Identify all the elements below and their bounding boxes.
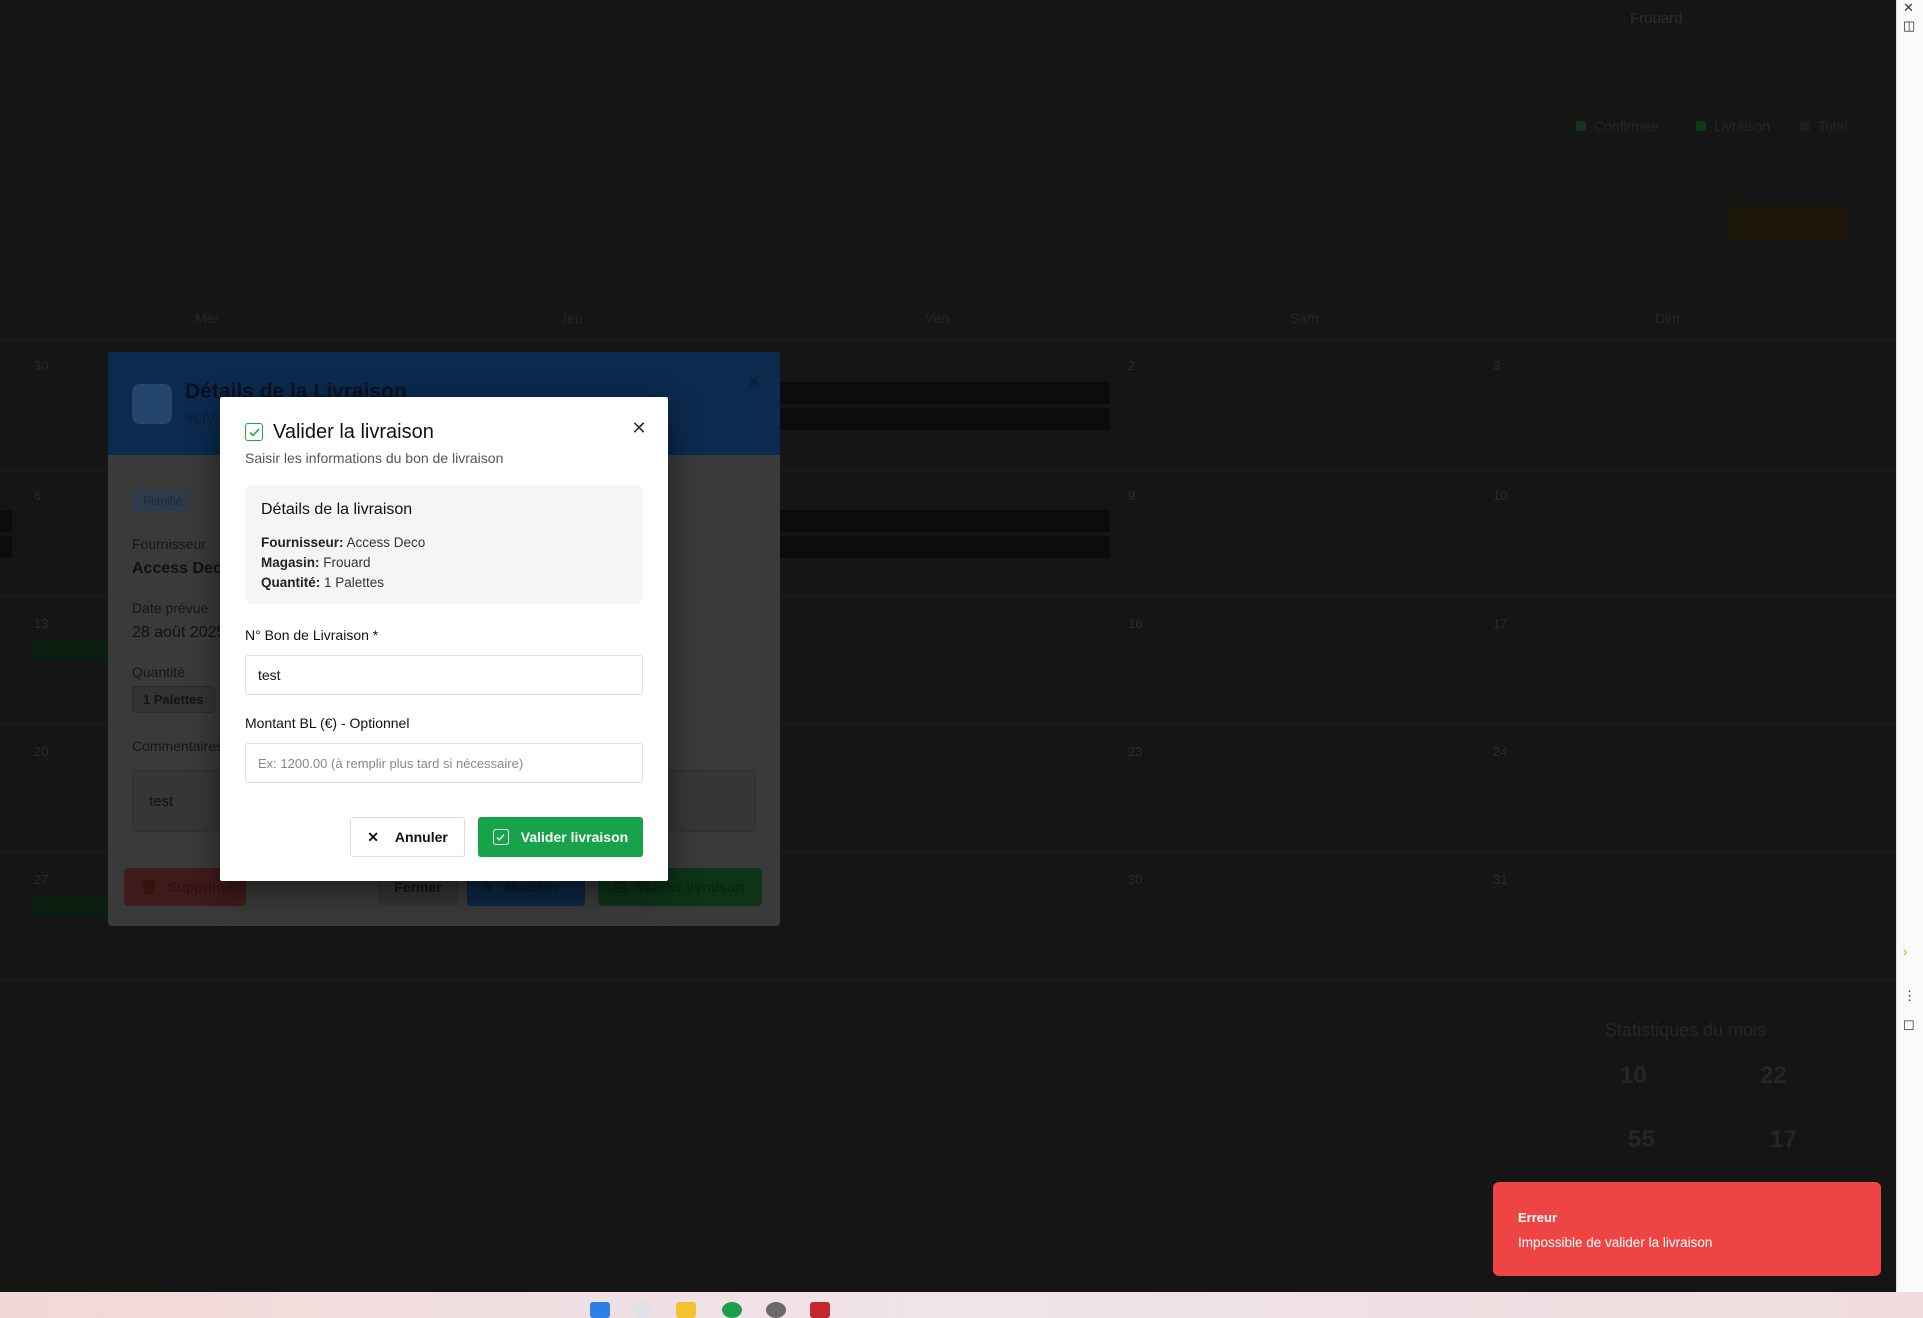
legend-total: Total <box>1800 118 1848 134</box>
more-vertical-icon[interactable]: ⋮ <box>1903 988 1916 1004</box>
calendar-event[interactable] <box>780 408 1110 430</box>
day-number: 6 <box>34 488 42 503</box>
bl-number-input[interactable] <box>245 655 643 695</box>
day-number: 9 <box>1128 488 1136 503</box>
calendar-event[interactable] <box>0 536 12 558</box>
quantity-badge: 1 Palettes <box>132 686 215 713</box>
file-explorer-icon[interactable] <box>676 1302 696 1318</box>
cancel-button[interactable]: ✕ Annuler <box>350 817 465 857</box>
amount-label: Montant BL (€) - Optionnel <box>245 715 410 731</box>
comment-label: Commentaires <box>132 738 224 754</box>
checkbox-icon[interactable]: ☐ <box>1903 1018 1915 1034</box>
trash-icon: 🗑 <box>140 878 158 895</box>
sidebar-toggle-icon[interactable]: ◫ <box>1903 18 1915 34</box>
day-number: 17 <box>1493 616 1508 631</box>
bl-number-label: N° Bon de Livraison * <box>245 627 379 643</box>
acrobat-icon[interactable] <box>810 1302 830 1318</box>
calendar-event[interactable] <box>780 536 1110 558</box>
calendar-event[interactable] <box>32 640 108 660</box>
day-header: Ven <box>925 310 950 326</box>
truck-icon <box>132 384 172 424</box>
close-icon: ✕ <box>367 828 379 845</box>
stat-value: 10 <box>1620 1062 1647 1089</box>
summary-store: Magasin: Frouard <box>261 555 371 570</box>
day-number: 30 <box>1128 872 1143 887</box>
day-number: 16 <box>1128 616 1143 631</box>
details-reference: #LIV <box>185 410 216 427</box>
validate-delivery-button[interactable]: Valider livraison <box>478 817 643 857</box>
toast-message: Impossible de valider la livraison <box>1518 1235 1713 1250</box>
day-number: 10 <box>1493 488 1508 503</box>
edit-icon: ✎ <box>483 878 495 895</box>
quantity-label: Quantité <box>132 664 185 680</box>
legend-delivery: Livraison <box>1696 118 1770 134</box>
modal-close-button[interactable]: ✕ <box>628 417 650 439</box>
chevron-right-icon[interactable]: › <box>1903 944 1907 959</box>
day-header: Sam <box>1290 310 1319 326</box>
close-icon: ✕ <box>631 417 647 438</box>
summary-supplier: Fournisseur: Access Deco <box>261 535 426 550</box>
day-number: 24 <box>1493 744 1508 759</box>
calendar-event[interactable] <box>780 382 1110 404</box>
grid-line <box>0 340 1896 341</box>
day-number: 27 <box>34 872 49 887</box>
summary-quantity: Quantité: 1 Palettes <box>261 575 385 590</box>
day-number: 3 <box>1493 358 1501 373</box>
day-number: 20 <box>34 744 49 759</box>
toast-title: Erreur <box>1518 1210 1558 1225</box>
date-label: Date prévue <box>132 600 209 616</box>
check-square-icon <box>245 423 263 441</box>
details-close-icon[interactable]: ✕ <box>747 372 762 393</box>
calendar-event[interactable] <box>32 896 108 916</box>
windows-start-icon[interactable] <box>590 1302 610 1318</box>
calendar-event[interactable] <box>0 510 12 532</box>
day-header: Dim <box>1655 310 1680 326</box>
settings-icon[interactable] <box>766 1302 786 1318</box>
summary-title: Détails de la livraison <box>261 501 413 518</box>
day-number: 23 <box>1128 744 1143 759</box>
day-header: Mer <box>195 310 220 326</box>
validate-delivery-modal: Valider la livraison Saisir les informat… <box>220 397 668 881</box>
calendar-event[interactable] <box>780 510 1110 532</box>
day-number: 31 <box>1493 872 1508 887</box>
chrome-icon[interactable] <box>632 1302 652 1318</box>
supplier-label: Fournisseur <box>132 536 206 552</box>
day-number: 30 <box>34 358 49 373</box>
check-icon: ☑ <box>614 878 627 895</box>
stats-title: Statistiques du mois <box>1605 1020 1767 1040</box>
stat-value: 55 <box>1628 1126 1655 1153</box>
stat-value: 22 <box>1760 1062 1787 1089</box>
modal-title: Valider la livraison <box>273 421 434 443</box>
supplier-value: Access Deco <box>132 560 232 577</box>
date-value: 28 août 2025 <box>132 624 226 641</box>
close-icon[interactable]: ✕ <box>1903 0 1914 16</box>
stat-value: 17 <box>1770 1126 1797 1153</box>
day-number: 13 <box>34 616 49 631</box>
browser-side-panel: ✕ ◫ › ⋮ ☐ <box>1896 0 1923 1292</box>
windows-taskbar <box>0 1292 1923 1318</box>
day-header: Jeu <box>560 310 583 326</box>
error-toast[interactable]: Erreur Impossible de valider la livraiso… <box>1493 1182 1881 1276</box>
status-badge: Planifié <box>132 490 190 512</box>
legend-confirmed: Confirmée <box>1576 118 1659 134</box>
modal-subtitle: Saisir les informations du bon de livrai… <box>245 450 504 466</box>
day-number: 2 <box>1128 358 1136 373</box>
whatsapp-icon[interactable] <box>722 1302 742 1318</box>
amount-input[interactable] <box>245 743 643 783</box>
delivery-summary: Détails de la livraison Fournisseur: Acc… <box>245 485 643 604</box>
new-delivery-button[interactable] <box>1728 204 1848 242</box>
check-square-icon <box>492 829 509 845</box>
grid-line <box>0 980 1896 981</box>
user-store-label: Frouard <box>1630 10 1683 27</box>
